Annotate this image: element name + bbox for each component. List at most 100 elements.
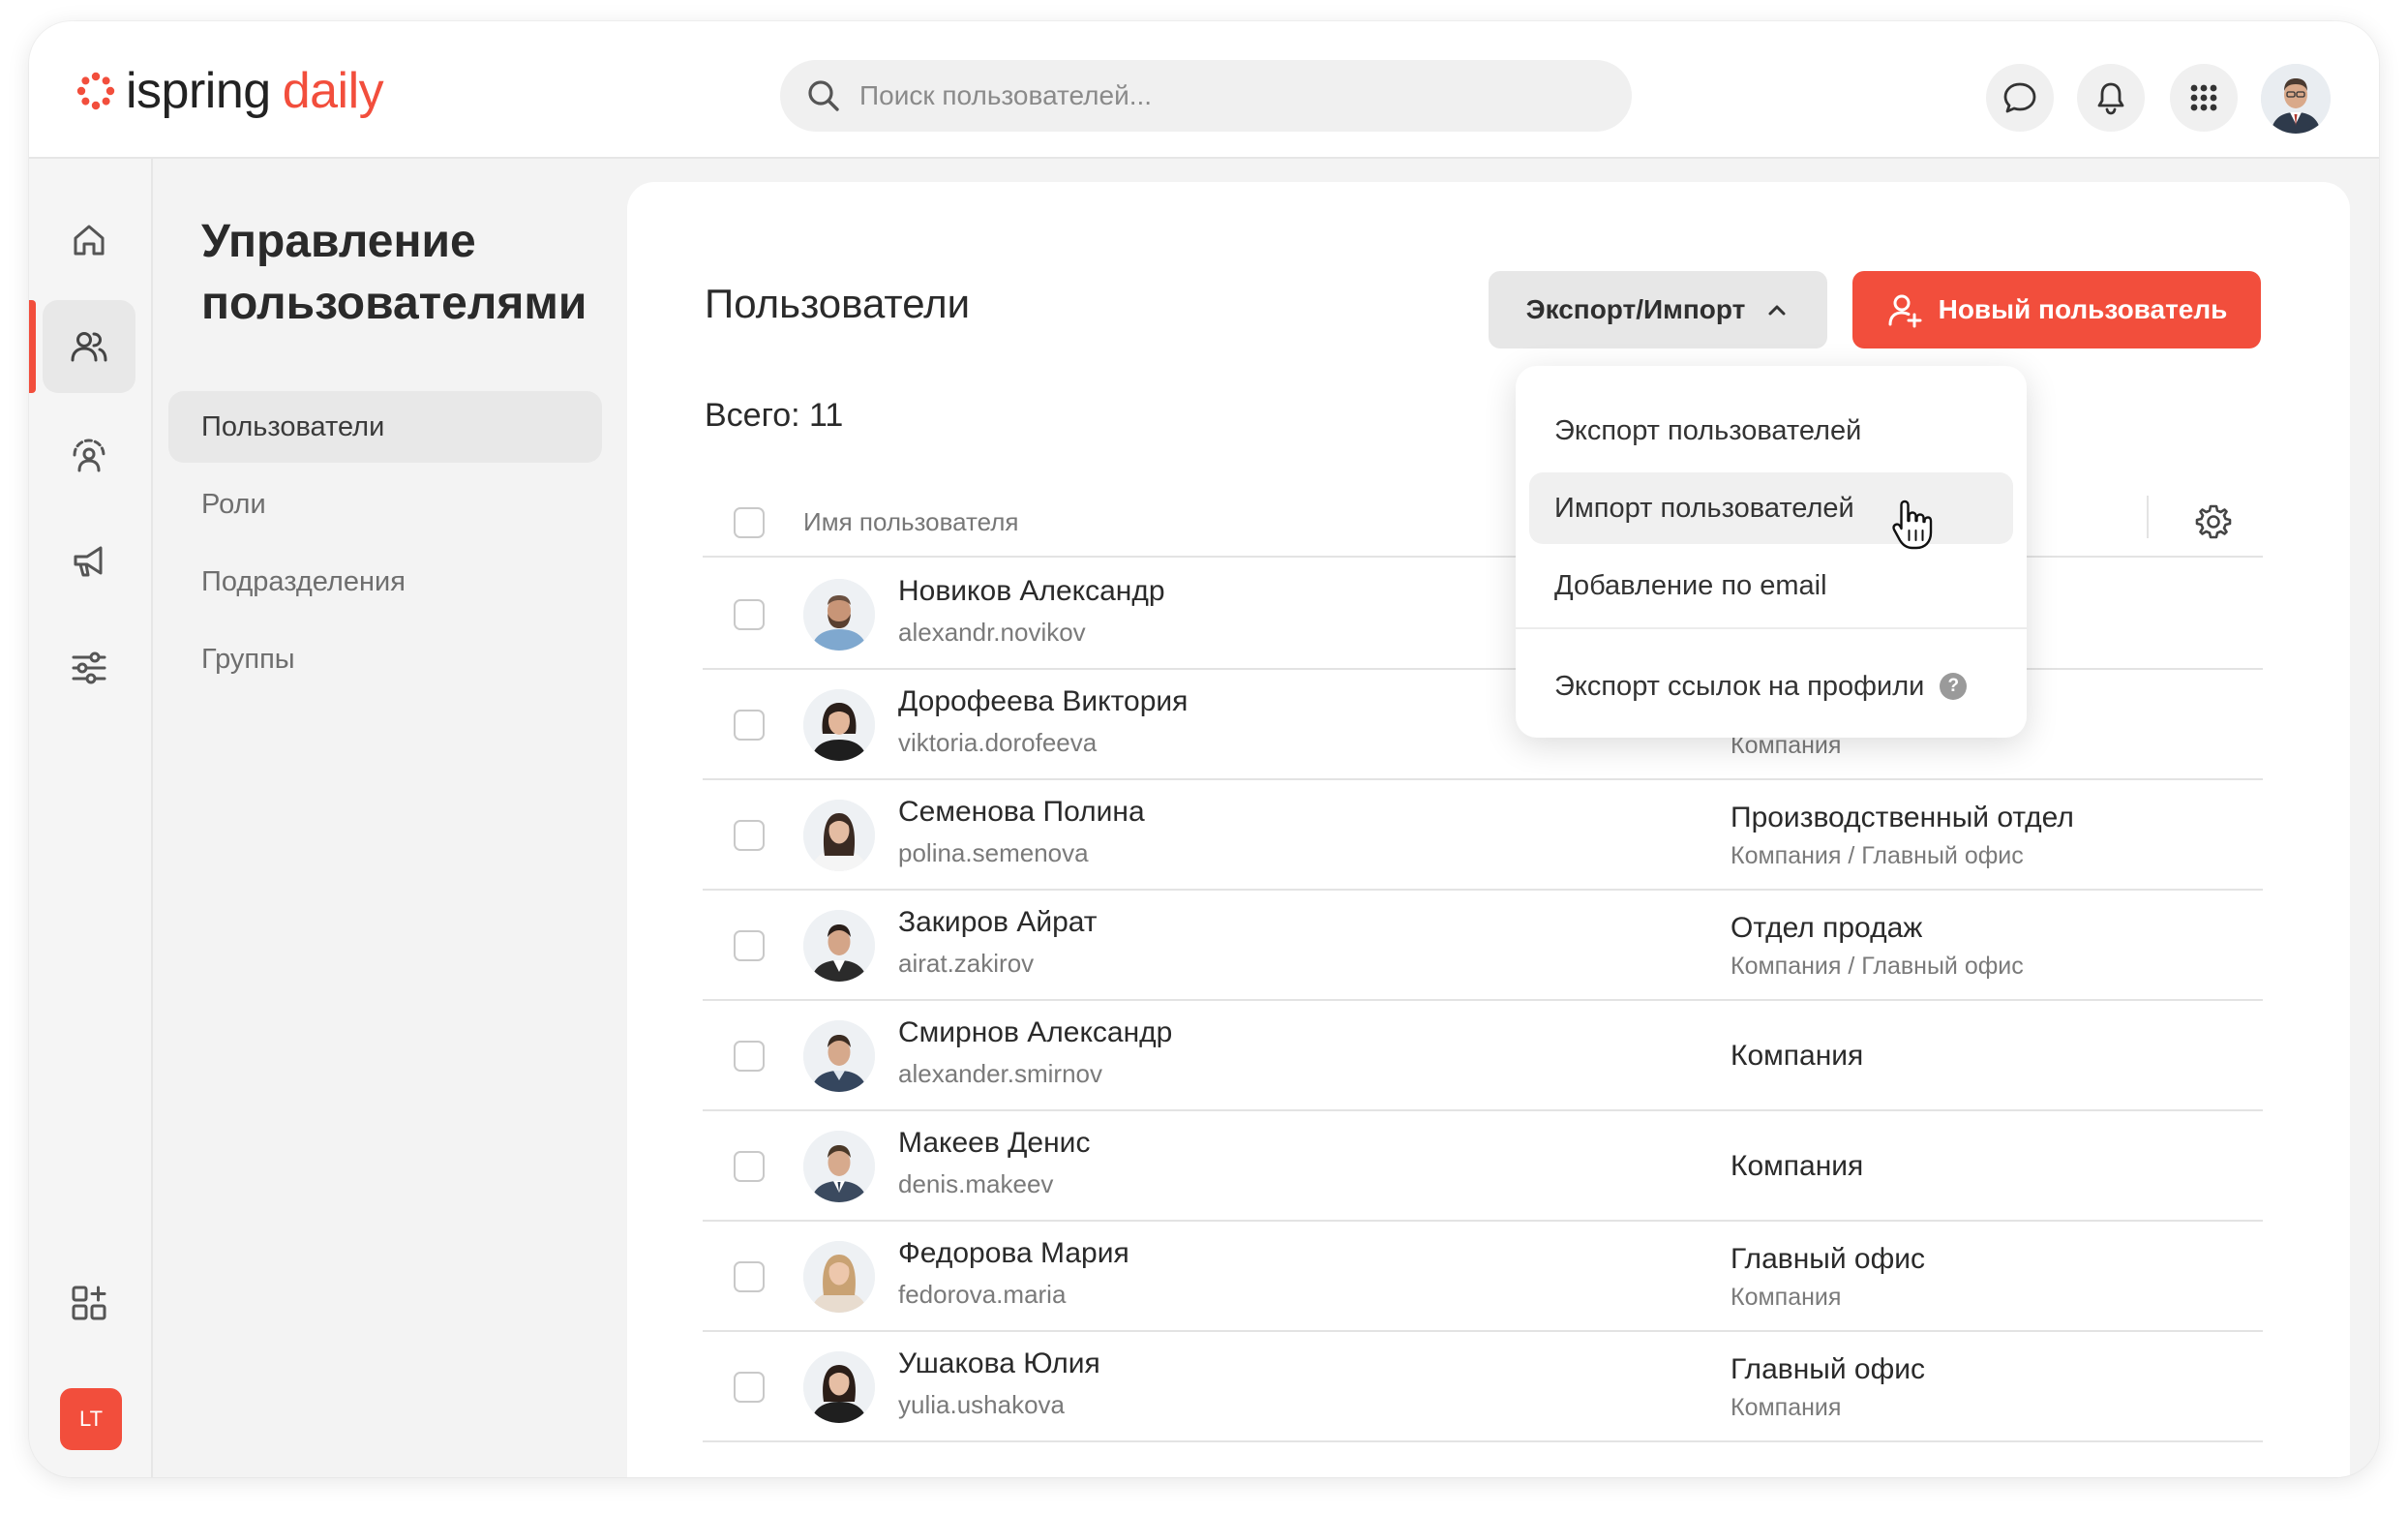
avatar: [803, 1351, 875, 1423]
add-app-icon: [72, 1286, 106, 1320]
menu-divider: [1516, 627, 2027, 629]
gear-icon[interactable]: [2191, 500, 2236, 544]
total-count: Всего: 11: [705, 397, 844, 434]
rail-training[interactable]: [43, 409, 135, 501]
row-checkbox[interactable]: [734, 820, 765, 851]
help-icon[interactable]: ?: [1940, 673, 1968, 700]
search-bar[interactable]: [780, 60, 1632, 132]
user-name[interactable]: Ушакова Юлия: [898, 1347, 1100, 1380]
user-department: Отдел продаж: [1731, 912, 1923, 944]
subnav-item-departments[interactable]: Подразделения: [168, 546, 602, 618]
search-icon: [808, 80, 839, 111]
row-checkbox[interactable]: [734, 710, 765, 741]
user-row[interactable]: Новиков Александр alexandr.novikov: [703, 560, 2263, 670]
column-header-name[interactable]: Имя пользователя: [803, 507, 1019, 537]
user-department-path: Компания / Главный офис: [1731, 842, 2024, 869]
user-name[interactable]: Новиков Александр: [898, 575, 1165, 608]
user-department: Компания: [1731, 1040, 1864, 1072]
page-title: Пользователи: [705, 281, 971, 326]
row-checkbox[interactable]: [734, 1261, 765, 1292]
avatar: [803, 1131, 875, 1202]
row-checkbox[interactable]: [734, 930, 765, 961]
user-login: fedorova.maria: [898, 1280, 1067, 1309]
menu-item-export-profile-links[interactable]: Экспорт ссылок на профили ?: [1529, 651, 2013, 722]
user-avatar: [803, 1351, 875, 1423]
user-department: Производственный отдел: [1731, 802, 2074, 833]
user-row[interactable]: Дорофеева Виктория viktoria.dorofeeva Ко…: [703, 670, 2263, 780]
apps-button[interactable]: [2170, 64, 2238, 132]
user-name[interactable]: Дорофеева Виктория: [898, 685, 1188, 718]
apps-grid-icon: [2190, 84, 2217, 111]
user-row[interactable]: Ушакова Юлия yulia.ushakova Главный офис…: [703, 1332, 2263, 1442]
row-checkbox[interactable]: [734, 1151, 765, 1182]
menu-item-add-by-email[interactable]: Добавление по email: [1529, 550, 2013, 621]
user-name[interactable]: Смирнов Александр: [898, 1016, 1172, 1049]
user-avatar: [803, 1020, 875, 1092]
active-rail-marker: [29, 300, 36, 393]
user-name[interactable]: Федорова Мария: [898, 1237, 1129, 1270]
logo-text: ispring: [126, 63, 271, 119]
row-checkbox[interactable]: [734, 1041, 765, 1072]
rail-announcements[interactable]: [43, 515, 135, 608]
chat-button[interactable]: [1986, 64, 2054, 132]
user-department: Главный офис: [1731, 1353, 1926, 1385]
rail-settings[interactable]: [43, 621, 135, 714]
account-badge[interactable]: LT: [60, 1388, 122, 1450]
user-row[interactable]: Федорова Мария fedorova.maria Главный оф…: [703, 1222, 2263, 1332]
export-import-button[interactable]: Экспорт/Импорт: [1489, 271, 1827, 348]
user-name[interactable]: Закиров Айрат: [898, 906, 1098, 939]
bell-icon: [2097, 82, 2124, 115]
search-input[interactable]: [859, 80, 1595, 111]
user-login: airat.zakirov: [898, 949, 1035, 978]
user-row[interactable]: Семенова Полина polina.semenova Производ…: [703, 780, 2263, 891]
avatar: [803, 910, 875, 982]
logo-accent-text: daily: [282, 63, 384, 119]
ispring-daily-logo[interactable]: ispring daily: [74, 63, 384, 119]
menu-item-export-users[interactable]: Экспорт пользователей: [1529, 395, 2013, 467]
row-checkbox[interactable]: [734, 599, 765, 630]
settings-sliders-icon: [72, 651, 106, 684]
subnav-item-users[interactable]: Пользователи: [168, 391, 602, 463]
user-avatar: [803, 579, 875, 651]
user-avatar: [803, 689, 875, 761]
menu-item-import-users[interactable]: Импорт пользователей: [1529, 472, 2013, 544]
users-icon: [71, 332, 107, 362]
app-window: ispring daily Поиск пользователей... LT …: [29, 21, 2379, 1477]
user-department: Компания: [1731, 1150, 1864, 1182]
user-name[interactable]: Макеев Денис: [898, 1127, 1090, 1160]
column-divider: [2147, 496, 2149, 538]
rail-home[interactable]: [43, 194, 135, 287]
avatar: [803, 689, 875, 761]
current-user-avatar[interactable]: [2261, 64, 2331, 134]
user-avatar: [803, 1241, 875, 1313]
rail-users[interactable]: [43, 300, 135, 393]
row-checkbox[interactable]: [734, 1372, 765, 1403]
user-department-path: Компания / Главный офис: [1731, 953, 2024, 980]
section-title: Управление пользователями: [201, 216, 587, 329]
user-avatar: [803, 1131, 875, 1202]
menu-item-label: Экспорт ссылок на профили: [1554, 670, 1925, 702]
avatar: [803, 1241, 875, 1313]
user-name[interactable]: Семенова Полина: [898, 796, 1145, 829]
user-login: alexandr.novikov: [898, 618, 1086, 647]
users-panel: Пользователи Экспорт/Импорт Новый пользо…: [627, 182, 2350, 1477]
user-row[interactable]: Макеев Денис denis.makeev Компания: [703, 1111, 2263, 1222]
avatar: [803, 1020, 875, 1092]
rail-add-app[interactable]: [43, 1257, 135, 1349]
add-user-icon: [1888, 294, 1922, 328]
user-department: Главный офис: [1731, 1243, 1926, 1275]
new-user-button[interactable]: Новый пользователь: [1852, 271, 2261, 348]
export-import-menu: Экспорт пользователей Импорт пользовател…: [1516, 366, 2027, 738]
user-login: yulia.ushakova: [898, 1390, 1065, 1419]
training-icon: [73, 439, 105, 472]
user-department-path: Компания: [1731, 1394, 1842, 1421]
user-avatar: [803, 800, 875, 871]
notifications-button[interactable]: [2077, 64, 2145, 132]
user-row[interactable]: Смирнов Александр alexander.smirnov Комп…: [703, 1001, 2263, 1111]
announcements-icon: [74, 546, 103, 577]
subnav-item-groups[interactable]: Группы: [168, 623, 602, 695]
user-avatar: [803, 910, 875, 982]
select-all-checkbox[interactable]: [734, 507, 765, 538]
user-row[interactable]: Закиров Айрат airat.zakirov Отдел продаж…: [703, 891, 2263, 1001]
subnav-item-roles[interactable]: Роли: [168, 469, 602, 540]
